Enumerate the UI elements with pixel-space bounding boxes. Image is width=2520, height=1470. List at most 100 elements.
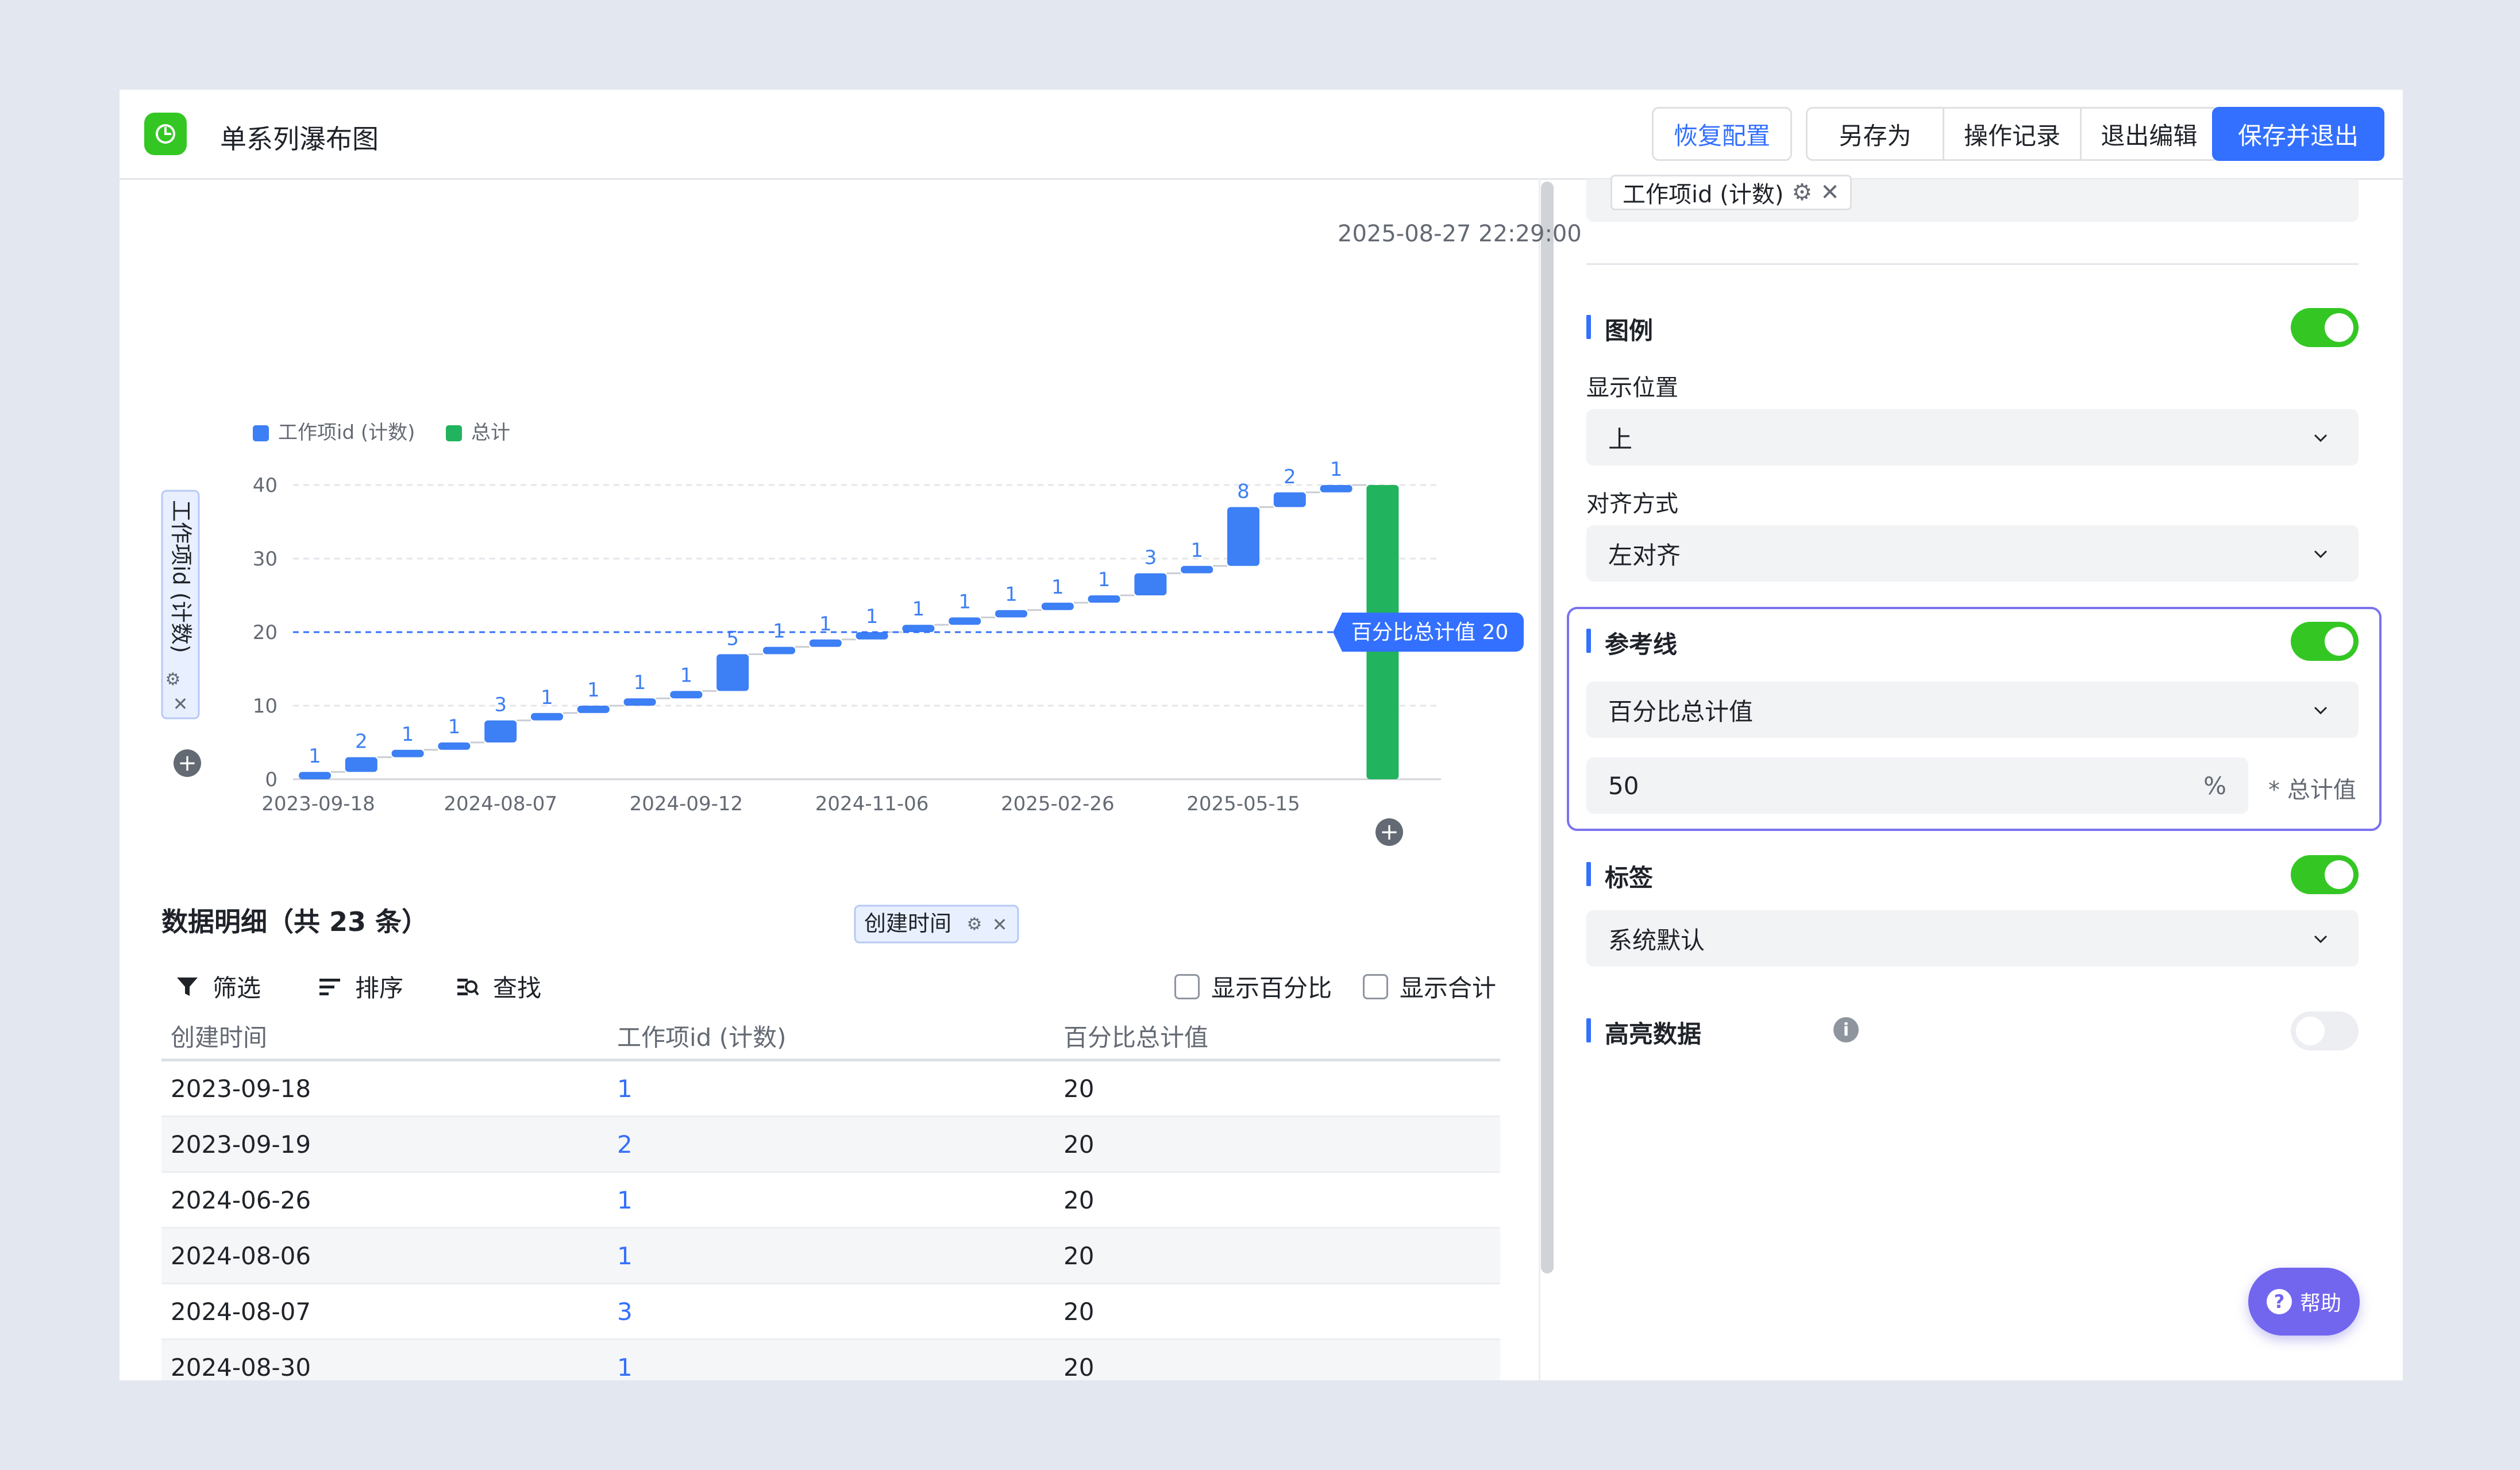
toggle-knob: [2296, 1017, 2325, 1045]
add-x-field-icon[interactable]: +: [1375, 818, 1403, 846]
data-label: 1: [1005, 583, 1018, 606]
data-label: 5: [726, 627, 739, 650]
section-marker: [1586, 862, 1591, 886]
save-and-exit-button[interactable]: 保存并退出: [2212, 107, 2384, 161]
column-header-created[interactable]: 创建时间: [161, 1013, 608, 1061]
waterfall-bar: [1041, 602, 1074, 610]
filter-button[interactable]: 筛选: [175, 969, 261, 1004]
refline-section-label: 参考线: [1605, 630, 1678, 659]
help-label: 帮助: [2299, 1292, 2341, 1315]
waterfall-bar: [438, 742, 471, 750]
cell-count[interactable]: 1: [608, 1227, 1054, 1284]
column-header-count[interactable]: 工作项id (计数): [608, 1013, 1054, 1061]
help-button[interactable]: ? 帮助: [2248, 1268, 2360, 1336]
labels-toggle[interactable]: [2291, 855, 2359, 894]
cell-created: 2023-09-18: [161, 1060, 608, 1117]
legend-label-total: 总计: [471, 421, 510, 444]
cell-percent: 20: [1054, 1283, 1500, 1340]
legend-swatch-total: [446, 425, 462, 441]
waterfall-bar: [995, 610, 1027, 618]
reference-line-label: 百分比总计值 20: [1351, 621, 1508, 644]
x-tick-label: 2023-09-18: [261, 792, 375, 815]
toggle-knob: [2325, 627, 2353, 656]
page-title: 单系列瀑布图: [220, 124, 379, 155]
exit-edit-button[interactable]: 退出编辑: [2082, 109, 2217, 159]
info-icon[interactable]: i: [1833, 1017, 1859, 1042]
waterfall-bar: [623, 698, 656, 706]
cell-created: 2024-08-06: [161, 1227, 608, 1284]
highlight-toggle[interactable]: [2291, 1011, 2359, 1050]
refline-percent-input[interactable]: 50 %: [1586, 757, 2248, 814]
show-total-checkbox[interactable]: 显示合计: [1363, 969, 1496, 1004]
cell-count[interactable]: 1: [608, 1060, 1054, 1117]
value-field-chip[interactable]: 工作项id (计数) ⚙ ✕: [1610, 175, 1852, 210]
x-tick-label: 2024-08-07: [444, 792, 557, 815]
labels-select[interactable]: 系统默认: [1586, 910, 2359, 967]
restore-config-button[interactable]: 恢复配置: [1652, 107, 1792, 161]
cell-percent: 20: [1054, 1172, 1500, 1229]
table-header-row: 创建时间 工作项id (计数) 百分比总计值: [161, 1013, 1500, 1061]
toggle-knob: [2325, 313, 2353, 342]
data-label: 1: [1051, 576, 1064, 599]
history-button[interactable]: 操作记录: [1944, 109, 2082, 159]
cell-count[interactable]: 1: [608, 1339, 1054, 1380]
add-y-field-icon[interactable]: +: [174, 749, 201, 777]
y-tick-label: 20: [253, 621, 278, 644]
y-tick-label: 10: [253, 695, 278, 718]
filter-label: 筛选: [213, 974, 261, 1002]
cell-percent: 20: [1054, 1116, 1500, 1173]
data-label: 1: [912, 598, 925, 621]
find-icon: [457, 978, 479, 995]
waterfall-bar: [1320, 485, 1353, 492]
data-label: 2: [355, 730, 368, 753]
find-label: 查找: [493, 974, 542, 1002]
y-axis-close-icon: ✕: [173, 693, 188, 715]
cell-count[interactable]: 2: [608, 1116, 1054, 1173]
refline-type-select[interactable]: 百分比总计值: [1586, 682, 2359, 738]
gear-icon[interactable]: ⚙: [1791, 179, 1812, 206]
data-label: 3: [494, 694, 507, 717]
waterfall-bar: [1273, 492, 1306, 507]
x-axis-gear-icon: ⚙: [967, 914, 982, 934]
refline-suffix: * 总计值: [2268, 777, 2356, 803]
column-header-percent[interactable]: 百分比总计值: [1054, 1013, 1500, 1061]
show-percent-checkbox[interactable]: 显示百分比: [1174, 969, 1332, 1004]
app-logo-icon: [144, 113, 187, 155]
sort-label: 排序: [355, 974, 404, 1002]
action-button-group: 另存为 操作记录 退出编辑: [1806, 107, 2218, 161]
help-icon: ?: [2266, 1289, 2292, 1314]
cell-count[interactable]: 1: [608, 1172, 1054, 1229]
y-tick-label: 30: [253, 548, 278, 571]
waterfall-bar: [577, 706, 610, 713]
refline-toggle[interactable]: [2291, 622, 2359, 661]
show-total-label: 显示合计: [1400, 974, 1497, 1002]
close-icon[interactable]: ✕: [1820, 179, 1840, 206]
table-row: 2024-08-06 1 20: [161, 1227, 1500, 1284]
waterfall-bar: [531, 713, 563, 721]
value-field-chip-label: 工作项id (计数): [1623, 182, 1784, 208]
waterfall-bar: [949, 617, 981, 625]
align-select[interactable]: 左对齐: [1586, 525, 2359, 582]
panel-divider: [1539, 178, 1540, 1380]
panel-separator: [1586, 263, 2359, 265]
y-axis-gear-icon: ⚙: [165, 669, 181, 690]
legend-toggle[interactable]: [2291, 308, 2359, 347]
data-label: 1: [309, 745, 321, 768]
data-label: 1: [587, 679, 600, 702]
detail-table: 创建时间 工作项id (计数) 百分比总计值 2023-09-18 1 20 2…: [161, 1013, 1500, 1380]
table-row: 2023-09-18 1 20: [161, 1060, 1500, 1117]
find-button[interactable]: 查找: [455, 969, 541, 1004]
show-percent-box[interactable]: [1174, 973, 1200, 999]
chart-scrollbar[interactable]: [1541, 182, 1554, 1273]
chart-timestamp: 2025-08-27 22:29:00: [1338, 221, 1582, 247]
sort-button[interactable]: 排序: [317, 969, 403, 1004]
save-as-button[interactable]: 另存为: [1808, 109, 1945, 159]
cell-count[interactable]: 3: [608, 1283, 1054, 1340]
chevron-down-icon: [2314, 550, 2328, 559]
highlight-section-label: 高亮数据: [1605, 1020, 1702, 1048]
position-select[interactable]: 上: [1586, 409, 2359, 465]
chevron-down-icon: [2314, 935, 2328, 944]
cell-percent: 20: [1054, 1227, 1500, 1284]
labels-section-label: 标签: [1605, 864, 1654, 892]
show-total-box[interactable]: [1363, 973, 1388, 999]
